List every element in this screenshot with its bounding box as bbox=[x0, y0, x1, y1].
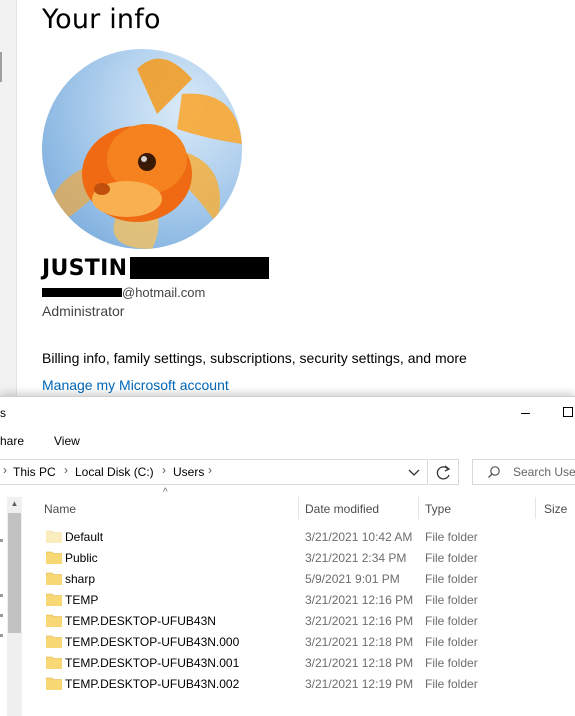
column-divider[interactable] bbox=[418, 497, 419, 519]
minimize-button[interactable] bbox=[520, 405, 532, 417]
file-type: File folder bbox=[425, 677, 478, 691]
column-header-size[interactable]: Size bbox=[544, 502, 567, 516]
refresh-button[interactable] bbox=[429, 459, 459, 485]
file-name[interactable]: TEMP.DESKTOP-UFUB43N.002 bbox=[65, 677, 239, 691]
chevron-right-icon: › bbox=[3, 463, 7, 477]
file-date-modified: 3/21/2021 12:18 PM bbox=[305, 656, 414, 670]
column-divider[interactable] bbox=[535, 497, 536, 519]
folder-icon bbox=[46, 677, 62, 690]
file-row[interactable]: TEMP.DESKTOP-UFUB43N 3/21/2021 12:16 PM Fi… bbox=[30, 610, 575, 631]
folder-icon bbox=[46, 572, 62, 585]
settings-your-info-panel: Your info JUSTIN @hotmail.com Administra… bbox=[0, 0, 575, 400]
manage-account-link[interactable]: Manage my Microsoft account bbox=[42, 377, 229, 393]
file-name[interactable]: TEMP.DESKTOP-UFUB43N bbox=[65, 614, 216, 628]
breadcrumb-users[interactable]: Users bbox=[173, 465, 204, 479]
column-divider[interactable] bbox=[298, 497, 299, 519]
redaction-bar-email bbox=[42, 288, 122, 298]
refresh-icon bbox=[436, 465, 451, 480]
address-bar[interactable]: › This PC › Local Disk (C:) › Users › bbox=[0, 459, 428, 485]
ribbon-tabs: hare View bbox=[0, 427, 575, 453]
file-row[interactable]: TEMP 3/21/2021 12:16 PM File folder bbox=[30, 589, 575, 610]
folder-icon bbox=[46, 614, 62, 627]
file-row[interactable]: Public 3/21/2021 2:34 PM File folder bbox=[30, 547, 575, 568]
file-row[interactable]: sharp 5/9/2021 9:01 PM File folder bbox=[30, 568, 575, 589]
email-domain: @hotmail.com bbox=[122, 285, 206, 300]
file-date-modified: 3/21/2021 12:18 PM bbox=[305, 635, 414, 649]
folder-icon bbox=[46, 551, 62, 564]
file-date-modified: 3/21/2021 12:16 PM bbox=[305, 614, 414, 628]
tab-view[interactable]: View bbox=[54, 434, 80, 448]
billing-description: Billing info, family settings, subscript… bbox=[42, 350, 467, 366]
file-type: File folder bbox=[425, 635, 478, 649]
user-name: JUSTIN bbox=[42, 256, 128, 281]
file-type: File folder bbox=[425, 593, 478, 607]
file-type: File folder bbox=[425, 551, 478, 565]
title-bar[interactable]: s bbox=[0, 397, 575, 427]
search-placeholder: Search Users bbox=[513, 465, 575, 479]
page-title: Your info bbox=[42, 4, 161, 35]
search-icon bbox=[488, 466, 500, 478]
file-date-modified: 3/21/2021 2:34 PM bbox=[305, 551, 407, 565]
column-header-date-modified[interactable]: Date modified bbox=[305, 502, 379, 516]
nav-tree-marker bbox=[0, 634, 3, 637]
goldfish-image bbox=[50, 58, 242, 249]
scrollbar-thumb[interactable] bbox=[8, 513, 21, 633]
avatar[interactable] bbox=[42, 49, 242, 249]
chevron-right-icon[interactable]: › bbox=[208, 463, 212, 477]
file-name[interactable]: TEMP.DESKTOP-UFUB43N.001 bbox=[65, 656, 239, 670]
scroll-up-arrow-icon[interactable]: ▲ bbox=[7, 497, 22, 511]
column-header-name[interactable]: Name bbox=[44, 502, 76, 516]
file-date-modified: 3/21/2021 10:42 AM bbox=[305, 530, 413, 544]
window-title: s bbox=[0, 406, 6, 420]
chevron-down-icon[interactable] bbox=[406, 465, 422, 479]
nav-tree-marker bbox=[0, 614, 3, 617]
file-date-modified: 3/21/2021 12:19 PM bbox=[305, 677, 414, 691]
file-list-header: Name Date modified Type Size bbox=[30, 497, 575, 519]
email-address: @hotmail.com bbox=[42, 285, 205, 301]
file-name[interactable]: TEMP.DESKTOP-UFUB43N.000 bbox=[65, 635, 239, 649]
tab-share[interactable]: hare bbox=[0, 434, 24, 448]
folder-icon bbox=[46, 593, 62, 606]
breadcrumb-this-pc[interactable]: This PC bbox=[13, 465, 56, 479]
redaction-bar-name bbox=[130, 257, 269, 279]
file-name[interactable]: TEMP bbox=[65, 593, 98, 607]
folder-icon bbox=[46, 635, 62, 648]
chevron-right-icon[interactable]: › bbox=[162, 463, 166, 477]
file-name[interactable]: Default bbox=[65, 530, 103, 544]
file-row[interactable]: TEMP.DESKTOP-UFUB43N.000 3/21/2021 12:18 … bbox=[30, 631, 575, 652]
file-date-modified: 3/21/2021 12:16 PM bbox=[305, 593, 414, 607]
nav-tree-marker bbox=[0, 594, 3, 597]
file-type: File folder bbox=[425, 572, 478, 586]
settings-nav-strip bbox=[0, 0, 17, 400]
chevron-right-icon[interactable]: › bbox=[64, 463, 68, 477]
column-header-type[interactable]: Type bbox=[425, 502, 451, 516]
file-row[interactable]: TEMP.DESKTOP-UFUB43N.001 3/21/2021 12:18 … bbox=[30, 652, 575, 673]
file-type: File folder bbox=[425, 656, 478, 670]
account-role: Administrator bbox=[42, 303, 125, 319]
file-row[interactable]: Default 3/21/2021 10:42 AM File folder bbox=[30, 526, 575, 547]
nav-tree-marker bbox=[0, 539, 3, 542]
file-name[interactable]: Public bbox=[65, 551, 98, 565]
file-date-modified: 5/9/2021 9:01 PM bbox=[305, 572, 400, 586]
folder-icon bbox=[46, 530, 62, 543]
breadcrumb-local-disk[interactable]: Local Disk (C:) bbox=[75, 465, 154, 479]
folder-icon bbox=[46, 656, 62, 669]
file-type: File folder bbox=[425, 530, 478, 544]
nav-selection-indicator bbox=[0, 52, 2, 82]
file-explorer-window: s hare View › This PC › Local Disk (C:) … bbox=[0, 396, 575, 716]
file-name[interactable]: sharp bbox=[65, 572, 95, 586]
file-row[interactable]: TEMP.DESKTOP-UFUB43N.002 3/21/2021 12:19 … bbox=[30, 673, 575, 694]
maximize-button[interactable] bbox=[563, 407, 573, 417]
nav-scrollbar[interactable]: ▲ bbox=[7, 497, 22, 716]
file-type: File folder bbox=[425, 614, 478, 628]
search-input[interactable]: Search Users bbox=[472, 459, 575, 485]
